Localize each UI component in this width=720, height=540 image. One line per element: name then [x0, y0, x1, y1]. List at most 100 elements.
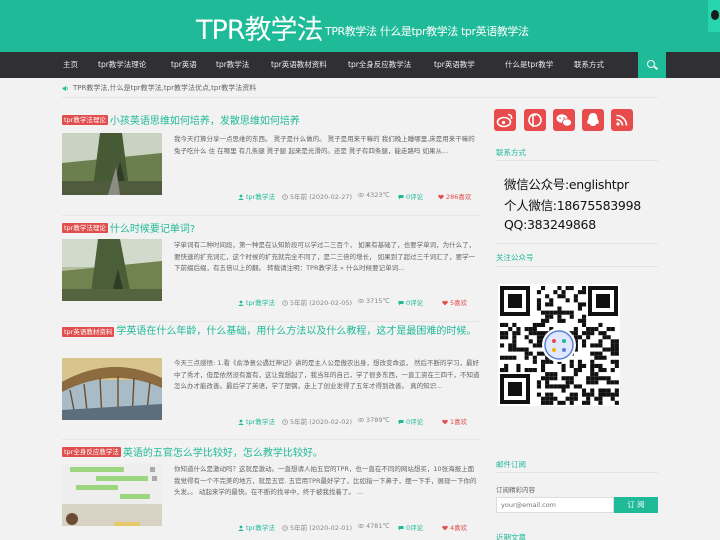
article-meta: tpr教学法 5年前 (2020-02-02) 3789℃ 0评论 1喜欢	[238, 416, 480, 426]
wechat-icon	[556, 114, 572, 127]
article-title[interactable]: 英语的五官怎么学比较好，怎么教学比较好。	[123, 448, 323, 459]
clock-icon	[282, 525, 288, 531]
like-button[interactable]: 286喜欢	[438, 191, 471, 201]
article-divider	[62, 321, 480, 322]
category-tag[interactable]: tpr教学法理论	[62, 222, 108, 233]
author-link[interactable]: tpr教学法	[238, 297, 275, 307]
article-thumbnail[interactable]	[62, 464, 162, 526]
nav-item-tpr-method[interactable]: tpr教学法	[216, 52, 249, 78]
comment-link[interactable]: 0评论	[398, 416, 423, 426]
qr-code	[498, 284, 620, 406]
article-header: tpr全身反应教学法 英语的五官怎么学比较好，怎么教学比较好。	[62, 444, 480, 459]
contact-wechat-personal: 个人微信:18675583998	[504, 198, 641, 213]
search-icon-handle	[654, 65, 658, 70]
site-header: TPR教学法 TPR教学法 什么是tpr教学法 tpr英语教学法	[0, 0, 720, 52]
wechat-button[interactable]	[553, 109, 575, 131]
weibo-icon	[496, 113, 513, 128]
article-excerpt: 你知道什么是激动吗？这就是激动。一直想请人拍五官的TPR，也一直在不同的网站想买…	[174, 465, 477, 496]
rss-button[interactable]	[611, 109, 633, 131]
qq-float-button[interactable]	[708, 0, 720, 32]
nav-item-home[interactable]: 主页	[63, 52, 78, 78]
contact-section-title: 联系方式	[496, 148, 526, 157]
nav-item-tpr-materials[interactable]: tpr英语教材资料	[271, 52, 327, 78]
nav-item-tpr-total-response[interactable]: tpr全身反应教学法	[348, 52, 411, 78]
site-subtitle: TPR教学法 什么是tpr教学法 tpr英语教学法	[325, 25, 529, 38]
thumbnail-image	[62, 464, 162, 526]
article-title[interactable]: 什么时候要记单词?	[110, 224, 195, 235]
recent-posts-title: 近期文章	[496, 533, 526, 540]
heart-icon	[438, 194, 444, 200]
post-time-text: 5年前 (2020-02-02)	[290, 418, 353, 426]
nav-item-tpr-theory[interactable]: tpr教学法理论	[98, 52, 146, 78]
article-title[interactable]: 小孩英语思维如何培养，发散思维如何培养	[110, 116, 300, 127]
notice-text[interactable]: TPR教学法,什么是tpr教学法,tpr教学法优点,tpr教学法资料	[73, 83, 256, 93]
view-count-text: 4323℃	[366, 191, 390, 199]
article-thumbnail[interactable]	[62, 239, 162, 301]
nav-item-tpr-english[interactable]: tpr英语	[171, 52, 197, 78]
thumbnail-image	[62, 133, 162, 195]
divider	[62, 97, 658, 98]
comment-link[interactable]: 0评论	[398, 297, 423, 307]
article-title[interactable]: 学英语在什么年龄，什么基础，用什么方法以及什么教程，这才是最困难的时候。	[116, 326, 476, 337]
author-name: tpr教学法	[246, 524, 275, 532]
user-icon	[238, 525, 244, 531]
comment-link[interactable]: 0评论	[398, 191, 423, 201]
author-link[interactable]: tpr教学法	[238, 191, 275, 201]
category-tag[interactable]: tpr英语教材资料	[62, 326, 115, 337]
subscribe-button[interactable]: 订 阅	[614, 497, 658, 513]
contact-wechat-official: 微信公众号:englishtpr	[504, 177, 629, 192]
author-link[interactable]: tpr教学法	[238, 522, 275, 532]
article-divider	[62, 439, 480, 440]
like-button[interactable]: 5喜欢	[442, 297, 467, 307]
article-meta: tpr教学法 5年前 (2020-02-27) 4323℃ 0评论 286喜欢	[238, 191, 480, 201]
clock-icon	[282, 300, 288, 306]
qq-icon	[587, 113, 599, 126]
comment-link[interactable]: 0评论	[398, 522, 423, 532]
article-thumbnail[interactable]	[62, 358, 162, 420]
author-name: tpr教学法	[246, 299, 275, 307]
like-button[interactable]: 4喜欢	[442, 522, 467, 532]
tencent-weibo-button[interactable]	[524, 109, 546, 131]
view-count: 4323℃	[358, 191, 390, 199]
article-excerpt: 学单词有二种时间段，第一种是在认知阶段可以学过二三百个， 如果有基础了，也要学单…	[174, 241, 476, 272]
nav-item-tpr-english-teaching[interactable]: tpr英语教学	[434, 52, 475, 78]
article-excerpt: 今天三点感悟: 1.看《俞净意公遇灶神记》讲的是主人公是傲农出身，想改变命运， …	[174, 359, 480, 390]
eye-icon	[358, 193, 364, 197]
post-time-text: 5年前 (2020-02-27)	[290, 193, 353, 201]
search-button[interactable]	[638, 52, 666, 78]
speaker-icon	[62, 85, 68, 92]
comment-count: 0评论	[406, 299, 424, 307]
article-header: tpr教学法理论 小孩英语思维如何培养，发散思维如何培养	[62, 112, 480, 127]
article-thumbnail[interactable]	[62, 133, 162, 195]
eye-icon	[358, 299, 364, 303]
nav-item-what-is-tpr[interactable]: 什么是tpr教学	[505, 52, 553, 78]
eye-icon	[358, 524, 364, 528]
user-icon	[238, 300, 244, 306]
subscribe-section-title: 邮件订阅	[496, 460, 526, 469]
thumbnail-image	[62, 358, 162, 420]
article-header: tpr英语教材资料 学英语在什么年龄，什么基础，用什么方法以及什么教程，这才是最困…	[62, 325, 480, 339]
contact-qq: QQ:383249868	[504, 217, 596, 232]
user-icon	[238, 419, 244, 425]
category-tag[interactable]: tpr全身反应教学法	[62, 446, 121, 457]
weibo-button[interactable]	[494, 109, 516, 131]
qq-icon	[711, 10, 719, 20]
qr-code-image	[500, 286, 619, 405]
qq-button[interactable]	[582, 109, 604, 131]
like-count: 1喜欢	[450, 418, 468, 426]
site-title[interactable]: TPR教学法	[196, 8, 324, 47]
heart-icon	[442, 300, 448, 306]
author-name: tpr教学法	[246, 418, 275, 426]
like-count: 286喜欢	[446, 193, 472, 201]
comment-count: 0评论	[406, 418, 424, 426]
tencent-weibo-icon	[528, 113, 542, 127]
author-name: tpr教学法	[246, 193, 275, 201]
category-tag[interactable]: tpr教学法理论	[62, 114, 108, 125]
comment-count: 0评论	[406, 193, 424, 201]
author-link[interactable]: tpr教学法	[238, 416, 275, 426]
article-excerpt: 我今天打算分享一点思维的东西。 凳子是什么做的。 凳子是用来干嘛的 我们晚上睡哪…	[174, 135, 475, 155]
email-field[interactable]	[496, 497, 614, 513]
thumbnail-image	[62, 239, 162, 301]
nav-item-contact[interactable]: 联系方式	[574, 52, 604, 78]
like-button[interactable]: 1喜欢	[442, 416, 467, 426]
